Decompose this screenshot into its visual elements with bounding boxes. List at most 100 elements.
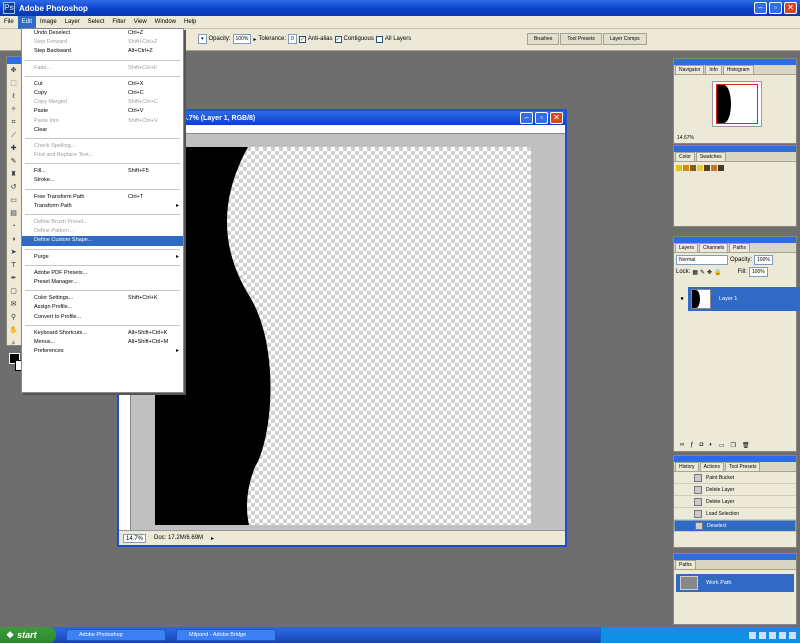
adjustment-layer-icon[interactable]: ◐	[709, 442, 713, 448]
edit-menu-item[interactable]: Fill... Shift+F5	[22, 167, 183, 176]
swatch-olive[interactable]	[718, 165, 724, 171]
tab-info[interactable]: Info	[705, 65, 722, 74]
swatch-dark-brown[interactable]	[704, 165, 710, 171]
tray-update-icon[interactable]	[779, 631, 786, 639]
dock-tab-brushes[interactable]: Brushes	[527, 33, 560, 45]
edit-menu-item[interactable]: Color Settings... Shift+Ctrl+K	[22, 294, 183, 303]
tab-histogram[interactable]: Histogram	[722, 65, 754, 74]
tab-navigator[interactable]: Navigator	[675, 65, 705, 74]
task-photoshop[interactable]: Adobe Photoshop	[66, 629, 166, 641]
fill-input[interactable]: 100%	[748, 267, 768, 277]
menu-image[interactable]: Image	[36, 16, 61, 29]
marquee-tool-icon[interactable]: ⬚	[9, 79, 18, 88]
menu-select[interactable]: Select	[84, 16, 109, 29]
tab-layers[interactable]: Layers	[675, 243, 699, 252]
edit-menu-item[interactable]: Paste Ctrl+V	[22, 107, 183, 116]
navigator-zoom[interactable]: 14.67%	[677, 135, 694, 141]
tab-paths[interactable]: Paths	[729, 243, 750, 252]
tab-history[interactable]: History	[675, 462, 699, 471]
layer-mask-icon[interactable]: ◘	[700, 442, 704, 448]
pen-tool-icon[interactable]: ✒	[9, 274, 18, 283]
brush-tool-icon[interactable]: ✎	[9, 157, 18, 166]
zoom-field[interactable]: 14.7%	[123, 533, 147, 543]
doc-maximize-button[interactable]: ▫	[535, 112, 548, 124]
edit-menu-item[interactable]: Stroke...	[22, 176, 183, 185]
contiguous-checkbox[interactable]: ✓	[334, 35, 342, 43]
tray-volume-icon[interactable]	[759, 631, 766, 639]
status-menu-arrow-icon[interactable]: ▸	[211, 535, 214, 542]
menu-view[interactable]: View	[130, 16, 151, 29]
tray-network-icon[interactable]	[749, 631, 756, 639]
mode-select[interactable]: ▾	[198, 34, 207, 44]
swatch-brown[interactable]	[690, 165, 696, 171]
navigator-thumbnail[interactable]	[712, 81, 762, 127]
doc-info[interactable]: Doc: 17.2M/6.69M	[154, 535, 203, 541]
edit-menu-item[interactable]: Define Custom Shape...	[22, 236, 183, 246]
gradient-tool-icon[interactable]: ▤	[9, 209, 18, 218]
edit-menu-item[interactable]: Purge ▸	[22, 253, 183, 262]
type-tool-icon[interactable]: T	[9, 261, 18, 270]
dock-tab-tool-presets[interactable]: Tool Presets	[560, 33, 602, 45]
history-brush-tool-icon[interactable]: ↺	[9, 183, 18, 192]
delete-layer-icon[interactable]: 🗑	[742, 442, 750, 449]
visibility-eye-icon[interactable]: ●	[676, 287, 688, 311]
menu-edit[interactable]: Edit	[17, 15, 37, 29]
edit-menu-item[interactable]: Adobe PDF Presets...	[22, 269, 183, 278]
task-bridge[interactable]: Milpond - Adobe Bridge	[176, 629, 276, 641]
tab-color[interactable]: Color	[675, 152, 695, 161]
image-canvas[interactable]	[155, 147, 531, 525]
edit-menu-item[interactable]: Preferences ▸	[22, 347, 183, 356]
edit-menu-item[interactable]: Clear	[22, 126, 183, 135]
tray-security-icon[interactable]	[769, 631, 776, 639]
swatch-amber[interactable]	[711, 165, 717, 171]
history-state[interactable]: Deselect	[674, 520, 796, 532]
blur-tool-icon[interactable]: ◔	[9, 222, 18, 231]
layer-name[interactable]: Layer 1	[719, 296, 737, 302]
swatch-orange[interactable]	[683, 165, 689, 171]
new-group-icon[interactable]: ▭	[719, 442, 725, 449]
slice-tool-icon[interactable]: ⟋	[9, 131, 18, 140]
history-state[interactable]: Paint Bucket	[674, 472, 796, 484]
dock-tab-layer-comps[interactable]: Layer Comps	[602, 33, 647, 45]
hand-tool-icon[interactable]: ✋	[9, 326, 18, 335]
new-layer-icon[interactable]: ❐	[731, 442, 736, 449]
edit-menu-item[interactable]: Copy Ctrl+C	[22, 89, 183, 98]
stamp-tool-icon[interactable]: ♜	[9, 170, 18, 179]
navigator-view-box[interactable]	[716, 84, 758, 124]
edit-menu-item[interactable]: Cut Ctrl+X	[22, 80, 183, 89]
swatch-yellow[interactable]	[676, 165, 682, 171]
move-tool-icon[interactable]: ✥	[9, 66, 18, 75]
menu-help[interactable]: Help	[180, 16, 200, 29]
layers-opacity-input[interactable]: 100%	[754, 255, 773, 265]
edit-menu-item[interactable]: Convert to Profile...	[22, 313, 183, 322]
lock-image-icon[interactable]: ✎	[700, 269, 705, 276]
layer-row-layer-1[interactable]: ● Layer 1	[676, 287, 800, 311]
history-state[interactable]: Delete Layer	[674, 484, 796, 496]
magic-wand-tool-icon[interactable]: ✧	[9, 105, 18, 114]
path-selection-tool-icon[interactable]: ➤	[9, 248, 18, 257]
close-button[interactable]: ✕	[784, 2, 797, 14]
edit-menu-item[interactable]: Step Backward Alt+Ctrl+Z	[22, 47, 183, 56]
menu-layer[interactable]: Layer	[61, 16, 84, 29]
crop-tool-icon[interactable]: ⌗	[9, 118, 18, 127]
notes-tool-icon[interactable]: ✉	[9, 300, 18, 309]
menu-filter[interactable]: Filter	[108, 16, 129, 29]
document-title-bar[interactable]: 14.7% (Layer 1, RGB/8) – ▫ ✕	[119, 111, 565, 125]
tray-antivirus-icon[interactable]	[789, 631, 796, 639]
opacity-input[interactable]: 100%	[232, 34, 252, 44]
lock-position-icon[interactable]: ✥	[707, 269, 712, 276]
healing-tool-icon[interactable]: ✚	[9, 144, 18, 153]
antialias-checkbox[interactable]: ✓	[298, 35, 306, 43]
all-layers-checkbox[interactable]	[375, 35, 383, 43]
edit-menu-item[interactable]: Transform Path ▸	[22, 202, 183, 211]
zoom-tool-icon[interactable]: ⌕	[9, 339, 18, 348]
lasso-tool-icon[interactable]: ℓ	[9, 92, 18, 101]
doc-minimize-button[interactable]: –	[520, 112, 533, 124]
tab-paths-panel[interactable]: Paths	[675, 560, 696, 569]
menu-window[interactable]: Window	[151, 16, 180, 29]
tab-tool-presets[interactable]: Tool Presets	[724, 462, 761, 471]
edit-menu-item[interactable]: Menus... Alt+Shift+Ctrl+M	[22, 338, 183, 347]
tab-swatches[interactable]: Swatches	[695, 152, 726, 161]
start-button[interactable]: ❖ start	[0, 627, 56, 643]
swatch-strip[interactable]	[676, 165, 794, 171]
